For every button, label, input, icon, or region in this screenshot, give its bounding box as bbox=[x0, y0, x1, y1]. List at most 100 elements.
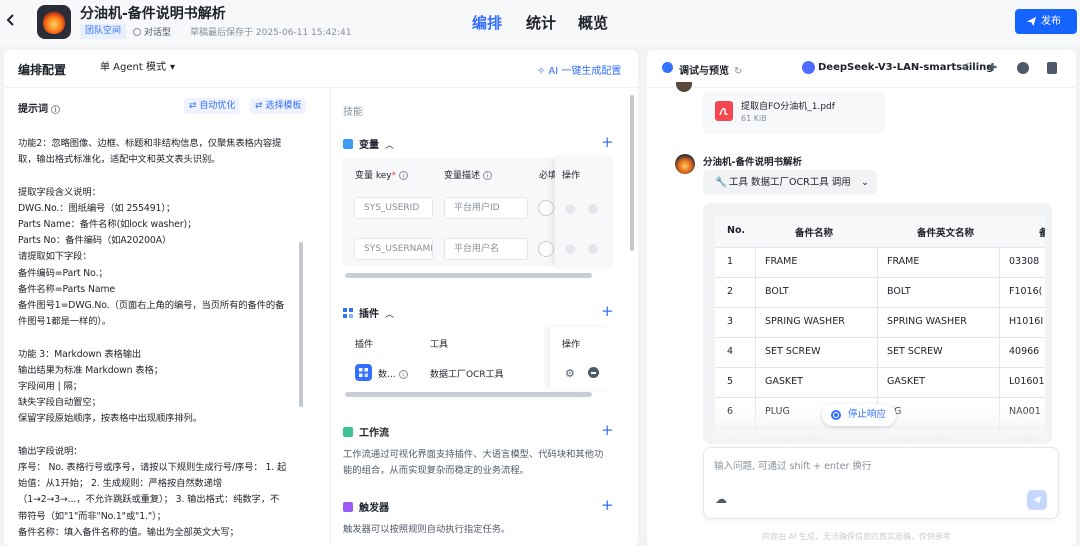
add-plugin-icon[interactable]: + bbox=[601, 304, 614, 319]
workflow-section-header[interactable]: 工作流 bbox=[343, 424, 389, 439]
info-icon[interactable]: i bbox=[51, 105, 60, 114]
variable-desc-input[interactable]: 平台用户ID bbox=[444, 197, 528, 219]
table-row-divider bbox=[715, 397, 1045, 398]
template-icon: ⇄ bbox=[255, 101, 266, 111]
ai-generate-config-button[interactable]: ✧ AI 一键生成配置 bbox=[537, 62, 621, 77]
table-cell: GASKET bbox=[887, 376, 925, 387]
plugins-section-header[interactable]: 插件 ︿ bbox=[343, 305, 394, 320]
prompt-line bbox=[18, 428, 294, 444]
variable-key-input[interactable]: SYS_USERID bbox=[354, 197, 433, 219]
chat-input-placeholder: 输入问题, 可通过 shift + enter 换行 bbox=[714, 461, 872, 472]
comment-icon[interactable] bbox=[1017, 62, 1029, 74]
divider bbox=[4, 87, 638, 88]
tab-overview[interactable]: 概览 bbox=[578, 12, 608, 33]
publish-button[interactable]: 发布 bbox=[1015, 9, 1077, 34]
table-cell: 03308 bbox=[1009, 256, 1040, 267]
remove-icon[interactable] bbox=[588, 244, 598, 254]
trigger-section-header[interactable]: 触发器 bbox=[343, 499, 389, 514]
table-cell: SPRING WASHER bbox=[765, 316, 845, 327]
table-row-divider bbox=[715, 337, 1045, 338]
prompt-line: 缺失字段自动置空； bbox=[18, 397, 101, 409]
prompt-line: 功能 3：Markdown 表格输出 bbox=[18, 348, 142, 360]
file-size: 61 KiB bbox=[741, 114, 767, 123]
document-icon[interactable] bbox=[1047, 62, 1057, 74]
settings-icon[interactable] bbox=[565, 204, 575, 214]
plugins-hscrollbar[interactable] bbox=[345, 392, 592, 397]
required-mark: * bbox=[391, 171, 397, 181]
upload-cloud-icon[interactable]: ☁ bbox=[715, 492, 727, 506]
tab-orchestrate[interactable]: 编排 bbox=[472, 12, 502, 33]
table-row-divider bbox=[715, 307, 1045, 308]
prompt-line: 备件名称=Parts Name bbox=[18, 283, 116, 295]
info-icon[interactable]: i bbox=[398, 370, 408, 379]
puzzle-icon[interactable]: ✚ bbox=[988, 61, 997, 74]
workflow-description-line1: 工作流通过可视化界面支持插件、大语言模型、代码块和其他功 bbox=[343, 449, 604, 460]
stop-response-button[interactable]: 停止响应 bbox=[822, 404, 896, 426]
gear-icon[interactable]: ⚙ bbox=[565, 367, 575, 380]
pdf-file-icon bbox=[715, 101, 733, 121]
variables-section-header[interactable]: 变量 ︿ bbox=[343, 136, 394, 151]
table-cell: 3 bbox=[727, 316, 734, 327]
auto-optimize-button[interactable]: ⇄ 自动优化 bbox=[184, 98, 241, 114]
app-mode-label: 对话型 bbox=[144, 28, 172, 38]
divider bbox=[647, 87, 1076, 88]
tool-call-pill[interactable]: 🔧 工具 数据工厂OCR工具 调用 ⌄ bbox=[703, 170, 877, 195]
workflow-description-line2: 能的组合，从而实现复杂而稳定的业务流程。 bbox=[343, 465, 529, 476]
prompt-line: 备件图号1=DWG.No.（页面右上角的编号，当页所有的备件的备 bbox=[18, 300, 285, 312]
remove-icon[interactable] bbox=[588, 204, 598, 214]
prompt-scrollbar[interactable] bbox=[299, 242, 303, 407]
prompt-editor[interactable]: 功能2：忽略图像、边框、标题和非结构信息，仅聚焦表格内容提 取，输出格式标准化，适… bbox=[18, 136, 294, 546]
table-row-divider bbox=[715, 277, 1045, 278]
variable-desc-input[interactable]: 平台用户名 bbox=[444, 238, 528, 260]
prompt-line: 件图号1都是一样的）。 bbox=[18, 316, 112, 328]
app-title: 分油机-备件说明书解析 bbox=[80, 6, 226, 22]
sliders-icon[interactable]: ⚟ bbox=[961, 61, 971, 74]
data-factory-plugin-icon bbox=[355, 364, 372, 381]
variables-hscrollbar[interactable] bbox=[345, 273, 592, 278]
table-cell: 40966 bbox=[1009, 346, 1040, 357]
back-chevron-icon[interactable] bbox=[6, 13, 20, 29]
sparkle-icon: ✧ bbox=[537, 66, 546, 77]
variable-key-input[interactable]: SYS_USERNAME bbox=[354, 238, 433, 260]
add-workflow-icon[interactable]: + bbox=[601, 423, 614, 438]
prompt-line: DWG.No.：图纸编号（如 255491）； bbox=[18, 202, 176, 214]
settings-icon[interactable] bbox=[565, 244, 575, 254]
skills-label: 技能 bbox=[343, 107, 363, 118]
column-divider bbox=[330, 88, 331, 546]
table-cell: 1 bbox=[727, 256, 734, 267]
trigger-description: 触发器可以按照规则自动执行指定任务。 bbox=[343, 524, 511, 535]
required-toggle[interactable] bbox=[538, 200, 554, 216]
app-logo bbox=[37, 5, 71, 39]
required-toggle[interactable] bbox=[538, 241, 554, 257]
tab-statistics[interactable]: 统计 bbox=[526, 12, 556, 33]
prompt-line: 备件名称：填入备件名称的值。输出为全部英文大写； bbox=[18, 526, 239, 538]
send-message-button[interactable] bbox=[1027, 490, 1047, 510]
skills-scrollbar[interactable] bbox=[630, 95, 634, 251]
choose-template-label: 选择模板 bbox=[265, 101, 302, 111]
prompt-line: Parts No：备件编码（如A20200A） bbox=[18, 235, 172, 247]
info-icon[interactable]: i bbox=[399, 171, 409, 180]
variable-key-header-text: 变量 key bbox=[355, 171, 392, 181]
refresh-icon[interactable]: ↻ bbox=[734, 66, 742, 77]
table-cell: L01601 bbox=[1009, 376, 1045, 387]
add-trigger-icon[interactable]: + bbox=[601, 498, 614, 513]
trigger-title: 触发器 bbox=[359, 503, 389, 514]
publish-label: 发布 bbox=[1041, 16, 1061, 27]
prompt-label: 提示词 i bbox=[18, 100, 60, 115]
chevron-up-icon: ︿ bbox=[385, 310, 395, 320]
prompt-line: 输出字段说明： bbox=[18, 445, 83, 457]
table-header-row bbox=[715, 215, 1045, 247]
bot-name: 分油机-备件说明书解析 bbox=[703, 157, 802, 168]
info-icon[interactable]: i bbox=[483, 171, 493, 180]
choose-template-button[interactable]: ⇄ 选择模板 bbox=[250, 98, 307, 114]
prompt-line: 请提取如下字段： bbox=[18, 251, 92, 263]
agent-mode-select[interactable]: 单 Agent 模式 ▾ bbox=[94, 58, 181, 78]
stop-response-label: 停止响应 bbox=[848, 409, 887, 420]
config-title: 编排配置 bbox=[18, 63, 67, 77]
chat-type-icon bbox=[133, 28, 141, 36]
table-cell: SET SCREW bbox=[765, 346, 821, 357]
add-variable-icon[interactable]: + bbox=[601, 135, 614, 150]
table-cell: BOLT bbox=[887, 286, 911, 297]
remove-plugin-icon[interactable] bbox=[588, 367, 599, 378]
prompt-line: 序号： No. 表格行号或序号，请按以下规则生成行号/序号： 1. 起 bbox=[18, 462, 287, 474]
